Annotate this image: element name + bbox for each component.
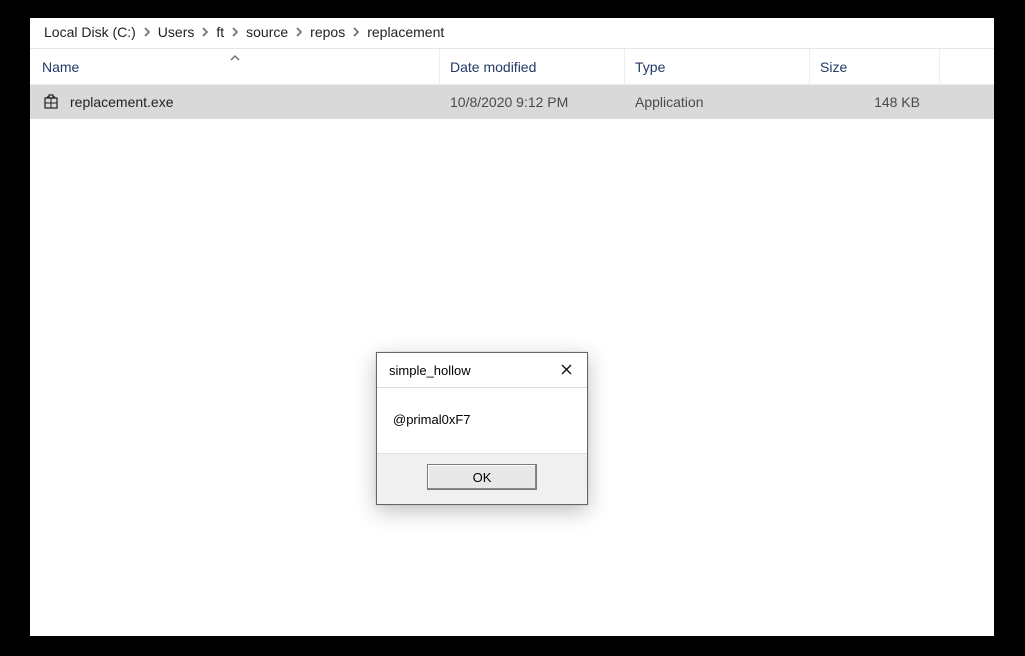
application-icon: [42, 93, 60, 111]
column-label: Size: [820, 59, 847, 75]
breadcrumb-item[interactable]: source: [244, 24, 290, 40]
breadcrumb-item[interactable]: ft: [214, 24, 226, 40]
file-name-cell: replacement.exe: [30, 93, 440, 111]
dialog-message: @primal0xF7: [393, 412, 471, 427]
column-date-header[interactable]: Date modified: [440, 49, 625, 84]
column-label: Type: [635, 59, 665, 75]
breadcrumb-item[interactable]: replacement: [365, 24, 446, 40]
file-size: 148 KB: [810, 94, 940, 110]
chevron-right-icon: [142, 25, 152, 39]
file-name: replacement.exe: [70, 94, 174, 110]
breadcrumb[interactable]: Local Disk (C:) Users ft source repos re…: [30, 18, 994, 49]
column-label: Date modified: [450, 59, 536, 75]
dialog-titlebar[interactable]: simple_hollow: [377, 353, 587, 388]
close-button[interactable]: [553, 359, 579, 381]
chevron-right-icon: [294, 25, 304, 39]
chevron-right-icon: [351, 25, 361, 39]
column-type-header[interactable]: Type: [625, 49, 810, 84]
file-explorer-window: Local Disk (C:) Users ft source repos re…: [30, 18, 994, 636]
column-headers: Name Date modified Type Size: [30, 49, 994, 85]
breadcrumb-item[interactable]: Users: [156, 24, 197, 40]
dialog-footer: OK: [377, 453, 587, 504]
column-size-header[interactable]: Size: [810, 49, 940, 84]
close-icon: [561, 363, 572, 378]
breadcrumb-item[interactable]: repos: [308, 24, 347, 40]
breadcrumb-item[interactable]: Local Disk (C:): [42, 24, 138, 40]
dialog-body: @primal0xF7: [377, 388, 587, 453]
file-date: 10/8/2020 9:12 PM: [440, 94, 625, 110]
message-dialog: simple_hollow @primal0xF7 OK: [376, 352, 588, 505]
chevron-right-icon: [200, 25, 210, 39]
sort-ascending-icon: [230, 48, 240, 64]
dialog-title: simple_hollow: [389, 363, 471, 378]
column-label: Name: [42, 59, 79, 75]
chevron-right-icon: [230, 25, 240, 39]
ok-button[interactable]: OK: [427, 464, 537, 490]
file-type: Application: [625, 94, 810, 110]
column-name-header[interactable]: Name: [30, 49, 440, 84]
file-row[interactable]: replacement.exe 10/8/2020 9:12 PM Applic…: [30, 85, 994, 119]
